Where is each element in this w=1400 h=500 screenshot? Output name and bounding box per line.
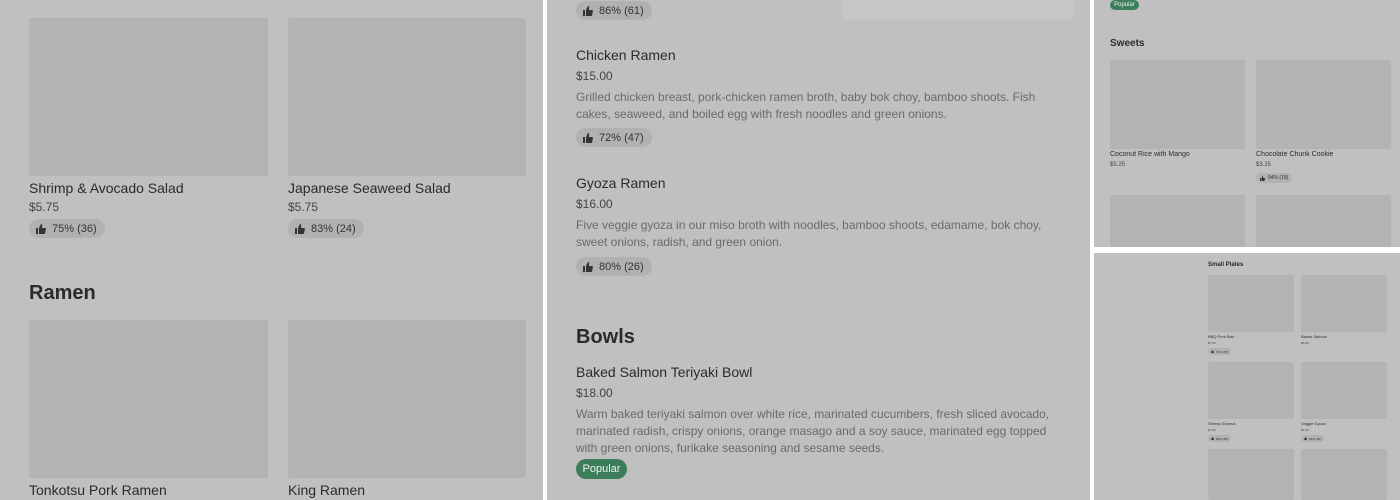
description-line: with green onions, furikake seasoning an…: [576, 441, 885, 455]
description-line: Five veggie gyoza in our miso broth with…: [576, 218, 1042, 232]
rating-text: 94% (18): [1268, 175, 1289, 181]
thumbs-up-icon: [583, 5, 593, 16]
item-image-king-ramen[interactable]: [288, 320, 526, 478]
item-name[interactable]: Baked Salmon Teriyaki Bowl: [576, 364, 752, 380]
item-image-veggie-gyoza[interactable]: [1301, 362, 1387, 419]
rating-text: 86% (61): [599, 4, 644, 17]
rating-badge: 83% (24): [288, 219, 364, 238]
description-line: Warm baked teriyaki salmon over white ri…: [576, 407, 1050, 421]
item-description: Grilled chicken breast, pork-chicken ram…: [576, 89, 1076, 123]
description-line: sweet onions, radish, and green onion.: [576, 235, 783, 249]
item-price: $3.25: [1256, 162, 1272, 168]
thumbs-up-icon: [1211, 350, 1214, 353]
item-price: $8.50: [1301, 341, 1309, 345]
item-price: $16.00: [576, 197, 613, 211]
rating-badge: 83% (45): [1301, 435, 1325, 442]
item-name[interactable]: Chicken Ramen: [576, 47, 676, 63]
thumbs-up-icon: [583, 132, 593, 143]
section-title-small-plates: Small Plates: [1208, 262, 1244, 268]
item-image-chocolate-chunk-cookie[interactable]: [1256, 60, 1391, 149]
item-price: $5.75: [29, 200, 60, 214]
rating-badge: 75% (36): [29, 219, 105, 238]
rating-badge: 86% (61): [576, 1, 652, 20]
rating-badge: 80% (26): [576, 257, 652, 276]
item-image-bbq-pork-bao[interactable]: [1208, 275, 1294, 332]
rating-text: 73% (78): [1216, 349, 1229, 354]
item-price: $7.00: [1208, 428, 1216, 432]
item-description: Five veggie gyoza in our miso broth with…: [576, 217, 1076, 251]
section-title-sweets: Sweets: [1110, 38, 1145, 49]
item-image[interactable]: [1301, 449, 1387, 500]
menu-panel-salads-ramen: Shrimp & Avocado Salad Japanese Seaweed …: [0, 0, 543, 500]
item-name[interactable]: Shrimp & Avocado Salad: [29, 180, 184, 196]
item-image-shrimp-shumai[interactable]: [1208, 362, 1294, 419]
item-name[interactable]: Tonkotsu Pork Ramen: [29, 482, 167, 498]
item-name[interactable]: Veggie Gyoza: [1301, 421, 1326, 426]
description-line: cakes, seaweed, and boiled egg with fres…: [576, 107, 947, 121]
item-price: $7.50: [1208, 341, 1216, 345]
thumbs-up-icon: [295, 223, 305, 234]
item-name[interactable]: Shrimp Shumai: [1208, 421, 1235, 426]
rating-text: 80% (26): [599, 260, 644, 273]
item-price: $5.25: [1110, 162, 1126, 168]
menu-panel-sweets: Popular Sweets Coconut Rice with Mango C…: [1094, 0, 1400, 247]
item-price: $15.00: [576, 69, 613, 83]
rating-badge: 86% (65): [1208, 435, 1232, 442]
thumbs-up-icon: [36, 223, 46, 234]
item-name[interactable]: King Ramen: [288, 482, 365, 498]
rating-text: 72% (47): [599, 131, 644, 144]
item-name[interactable]: BBQ Pork Bao: [1208, 334, 1234, 339]
item-image[interactable]: [1256, 195, 1391, 247]
section-title-bowls: Bowls: [576, 326, 635, 348]
item-price: $6.00: [1301, 428, 1309, 432]
item-description: Warm baked teriyaki salmon over white ri…: [576, 406, 1081, 457]
thumbs-up-icon: [1211, 437, 1214, 440]
item-image-tonkotsu-pork-ramen[interactable]: [29, 320, 268, 478]
rating-badge: 73% (78): [1208, 348, 1232, 355]
rating-badge: 72% (47): [576, 128, 652, 147]
item-name[interactable]: Gyoza Ramen: [576, 175, 665, 191]
rating-text: 83% (24): [311, 222, 356, 235]
item-image-baked-salmon[interactable]: [1301, 275, 1387, 332]
description-line: Grilled chicken breast, pork-chicken ram…: [576, 90, 1036, 104]
item-name[interactable]: Japanese Seaweed Salad: [288, 180, 451, 196]
item-name[interactable]: Chocolate Chunk Cookie: [1256, 151, 1333, 158]
description-line: marinated radish, crispy onions, orange …: [576, 424, 1047, 438]
item-name[interactable]: Coconut Rice with Mango: [1110, 151, 1190, 158]
item-price: $18.00: [576, 386, 613, 400]
thumbs-up-icon: [1304, 437, 1307, 440]
item-image[interactable]: [1110, 195, 1245, 247]
popular-badge: Popular: [1110, 0, 1139, 10]
menu-panel-ramen-bowls: 86% (61) Chicken Ramen $15.00 Grilled ch…: [547, 0, 1090, 500]
thumbs-up-icon: [1260, 175, 1265, 181]
item-image[interactable]: [842, 0, 1074, 20]
rating-text: 83% (45): [1309, 436, 1322, 441]
rating-text: 86% (65): [1216, 436, 1229, 441]
thumbs-up-icon: [583, 261, 593, 272]
section-title-ramen: Ramen: [29, 282, 96, 304]
popular-badge: Popular: [576, 459, 627, 479]
rating-text: 75% (36): [52, 222, 97, 235]
rating-badge: 94% (18): [1256, 173, 1293, 183]
item-name[interactable]: Baked Salmon: [1301, 334, 1327, 339]
item-image-coconut-rice-with-mango[interactable]: [1110, 60, 1245, 149]
item-image[interactable]: [1208, 449, 1294, 500]
item-image-shrimp-avocado-salad[interactable]: [29, 18, 268, 176]
menu-panel-small-plates: Small Plates BBQ Pork Bao Baked Salmon $…: [1094, 253, 1400, 500]
item-image-japanese-seaweed-salad[interactable]: [288, 18, 526, 176]
item-price: $5.75: [288, 200, 319, 214]
